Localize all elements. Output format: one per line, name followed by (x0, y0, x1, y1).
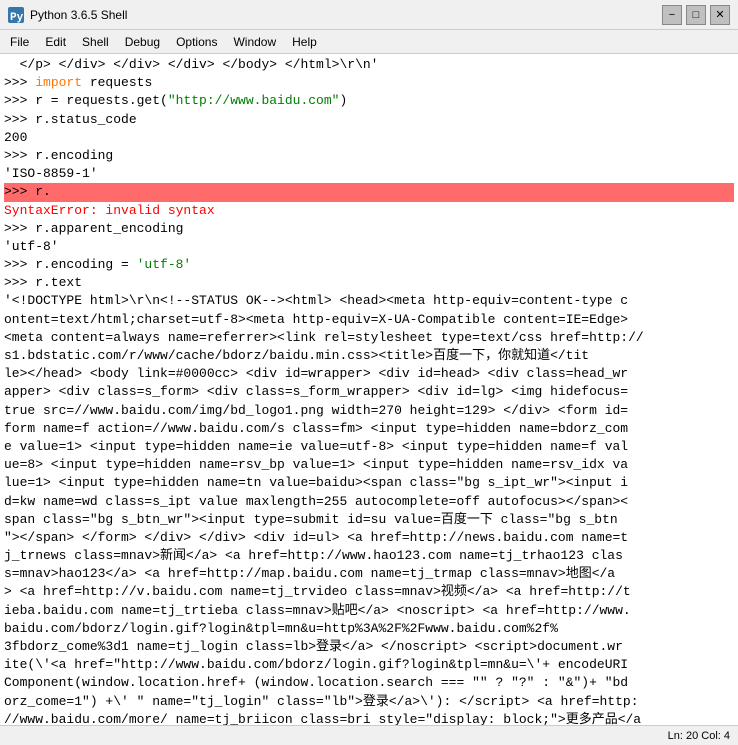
line-13: >>> r.text (4, 274, 734, 292)
menu-item-debug[interactable]: Debug (119, 33, 166, 51)
shell-content[interactable]: </p> </div> </div> </div> </body> </html… (0, 54, 738, 725)
line-11: 'utf-8' (4, 238, 734, 256)
line-1: </p> </div> </div> </div> </body> </html… (4, 56, 734, 74)
title-bar-left: Py Python 3.6.5 Shell (8, 7, 127, 23)
menu-item-edit[interactable]: Edit (39, 33, 72, 51)
menu-item-options[interactable]: Options (170, 33, 223, 51)
menu-item-help[interactable]: Help (286, 33, 323, 51)
line-14: '<!DOCTYPE html>\r\n<!--STATUS OK--><htm… (4, 292, 734, 725)
line-4: >>> r.status_code (4, 111, 734, 129)
line-5: 200 (4, 129, 734, 147)
line-8: >>> r. (4, 183, 734, 201)
window-title: Python 3.6.5 Shell (30, 8, 127, 22)
menu-item-window[interactable]: Window (227, 33, 282, 51)
title-bar-controls: − □ ✕ (662, 5, 730, 25)
status-bar: Ln: 20 Col: 4 (0, 725, 738, 745)
line-12: >>> r.encoding = 'utf-8' (4, 256, 734, 274)
maximize-button[interactable]: □ (686, 5, 706, 25)
line-10: >>> r.apparent_encoding (4, 220, 734, 238)
menu-bar: FileEditShellDebugOptionsWindowHelp (0, 30, 738, 54)
line-7: 'ISO-8859-1' (4, 165, 734, 183)
line-6: >>> r.encoding (4, 147, 734, 165)
menu-item-file[interactable]: File (4, 33, 35, 51)
status-text: Ln: 20 Col: 4 (668, 730, 730, 742)
svg-text:Py: Py (10, 12, 24, 23)
minimize-button[interactable]: − (662, 5, 682, 25)
title-bar: Py Python 3.6.5 Shell − □ ✕ (0, 0, 738, 30)
line-9: SyntaxError: invalid syntax (4, 202, 734, 220)
line-2: >>> import requests (4, 74, 734, 92)
line-3: >>> r = requests.get("http://www.baidu.c… (4, 92, 734, 110)
close-button[interactable]: ✕ (710, 5, 730, 25)
menu-item-shell[interactable]: Shell (76, 33, 115, 51)
python-icon: Py (8, 7, 24, 23)
